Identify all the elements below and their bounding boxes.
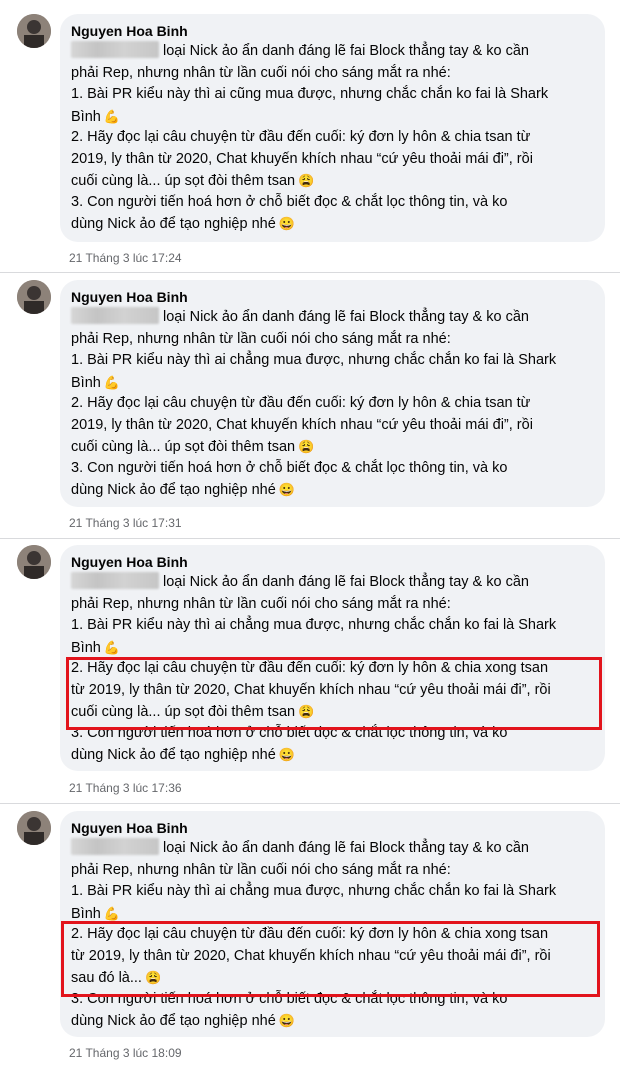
comment-timestamp[interactable]: 21 Tháng 3 lúc 17:31 — [69, 516, 182, 530]
comment-author[interactable]: Nguyen Hoa Binh — [71, 288, 593, 307]
divider — [0, 272, 620, 273]
comment-author[interactable]: Nguyen Hoa Binh — [71, 819, 593, 838]
avatar[interactable] — [17, 811, 51, 845]
divider — [0, 538, 620, 539]
grin-face-icon: 😀 — [278, 747, 295, 762]
shrug-face-icon: 😩 — [298, 173, 315, 188]
grin-face-icon: 😀 — [278, 216, 295, 231]
comment-bubble: Nguyen Hoa Binh loại Nick ảo ẩn danh đán… — [60, 811, 605, 1037]
flexed-biceps-icon: 💪 — [103, 108, 121, 124]
shrug-face-icon: 😩 — [144, 970, 162, 985]
comment-bubble: Nguyen Hoa Binh loại Nick ảo ẩn danh đán… — [60, 14, 605, 242]
flexed-biceps-icon: 💪 — [103, 905, 121, 921]
grin-face-icon: 😀 — [278, 1013, 295, 1028]
shrug-face-icon: 😩 — [298, 704, 315, 719]
comment-bubble: Nguyen Hoa Binh loại Nick ảo ẩn danh đán… — [60, 280, 605, 507]
flexed-biceps-icon: 💪 — [103, 639, 121, 655]
comment-timestamp[interactable]: 21 Tháng 3 lúc 17:24 — [69, 251, 182, 265]
blurred-mention — [71, 838, 159, 855]
shrug-face-icon: 😩 — [298, 439, 315, 454]
flexed-biceps-icon: 💪 — [103, 374, 121, 390]
avatar[interactable] — [17, 280, 51, 314]
blurred-mention — [71, 572, 159, 589]
blurred-mention — [71, 41, 159, 58]
grin-face-icon: 😀 — [278, 482, 295, 497]
comment-timestamp[interactable]: 21 Tháng 3 lúc 17:36 — [69, 781, 182, 795]
divider — [0, 803, 620, 804]
blurred-mention — [71, 307, 159, 324]
comment-timestamp[interactable]: 21 Tháng 3 lúc 18:09 — [69, 1046, 182, 1060]
avatar[interactable] — [17, 14, 51, 48]
avatar[interactable] — [17, 545, 51, 579]
comment-author[interactable]: Nguyen Hoa Binh — [71, 553, 593, 572]
comment-author[interactable]: Nguyen Hoa Binh — [71, 22, 593, 41]
comment-bubble: Nguyen Hoa Binh loại Nick ảo ẩn danh đán… — [60, 545, 605, 771]
